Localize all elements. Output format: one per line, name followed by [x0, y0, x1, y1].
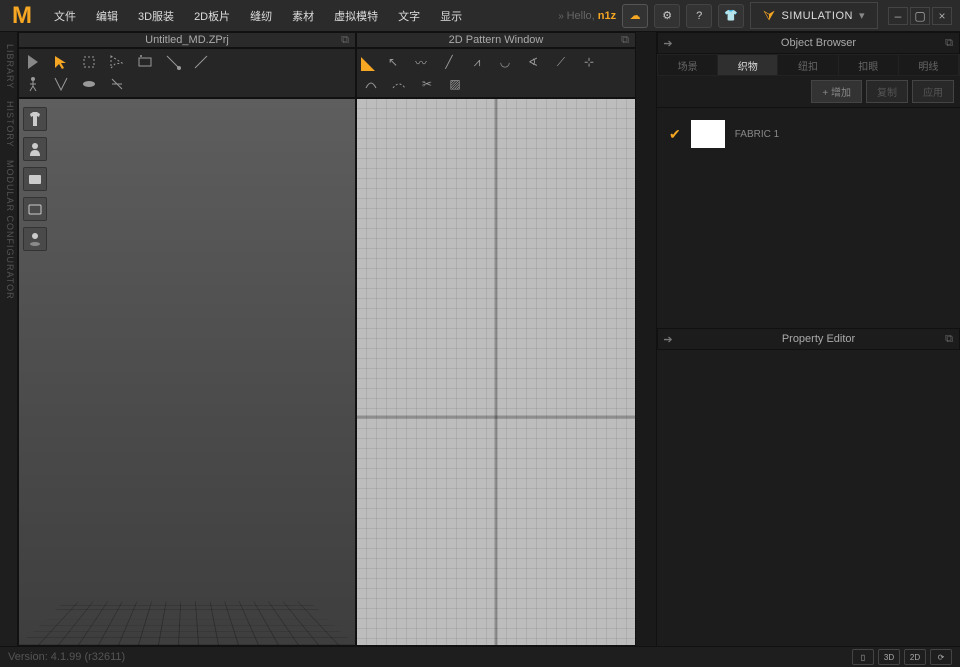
- menu-display[interactable]: 显示: [430, 2, 472, 30]
- tool-arrange-point[interactable]: [51, 74, 71, 94]
- display-garment-icon[interactable]: [23, 107, 47, 131]
- tool-segment[interactable]: [191, 52, 211, 72]
- tool-notch[interactable]: ⟋: [551, 52, 571, 72]
- display-pattern-icon[interactable]: [23, 197, 47, 221]
- simulation-chip[interactable]: ⮛ SIMULATION ▾: [750, 2, 878, 29]
- tool-pin[interactable]: [135, 52, 155, 72]
- tool-polyline[interactable]: ⩘: [467, 52, 487, 72]
- menu-edit[interactable]: 编辑: [86, 2, 128, 30]
- panel-2d-title: 2D Pattern Window: [449, 34, 544, 46]
- tool-select-move[interactable]: [51, 52, 71, 72]
- garment-button[interactable]: 👕: [718, 4, 744, 28]
- collapse-arrow-icon[interactable]: ➔: [658, 333, 678, 346]
- tool-simulate[interactable]: [23, 52, 43, 72]
- view-mode-split[interactable]: ▯: [852, 649, 874, 665]
- ob-tab-scene[interactable]: 场景: [658, 55, 718, 75]
- fabric-swatch[interactable]: [691, 120, 725, 148]
- help-button[interactable]: ?: [686, 4, 712, 28]
- side-tab-history[interactable]: HISTORY: [0, 95, 17, 154]
- tool-dart[interactable]: ∢: [523, 52, 543, 72]
- menu-text[interactable]: 文字: [388, 2, 430, 30]
- close-button[interactable]: ×: [932, 7, 952, 25]
- maximize-button[interactable]: ▢: [910, 7, 930, 25]
- view-mode-2d[interactable]: 2D: [904, 649, 926, 665]
- property-editor-body: [657, 350, 960, 646]
- tool-point-add[interactable]: ↖: [383, 52, 403, 72]
- panel-3d-header: Untitled_MD.ZPrj ⧉: [18, 32, 356, 48]
- tool-lasso[interactable]: [107, 52, 127, 72]
- viewport-3d[interactable]: [18, 98, 356, 646]
- chevron-down-icon: ⮛: [763, 7, 775, 24]
- add-button[interactable]: + 增加: [811, 80, 862, 103]
- list-item[interactable]: ✔ FABRIC 1: [665, 116, 952, 152]
- tool-curve[interactable]: 〰: [411, 52, 431, 72]
- property-editor-title: Property Editor: [678, 333, 959, 345]
- ob-tab-topstitch[interactable]: 明线: [899, 55, 959, 75]
- ob-tab-button[interactable]: 纽扣: [778, 55, 838, 75]
- menu-sewing[interactable]: 缝纫: [240, 2, 282, 30]
- property-editor-header: ➔ Property Editor ⧉: [657, 328, 960, 350]
- status-bar: Version: 4.1.99 (r32611) ▯ 3D 2D ⟳: [0, 646, 960, 667]
- view-mode-3d[interactable]: 3D: [878, 649, 900, 665]
- side-tab-strip: LIBRARY HISTORY MODULAR CONFIGURATOR: [0, 32, 18, 646]
- check-icon: ✔: [669, 126, 681, 143]
- tool-edit-sew[interactable]: ✂: [417, 74, 437, 94]
- simulation-label: SIMULATION: [782, 10, 853, 22]
- side-tab-library[interactable]: LIBRARY: [0, 38, 17, 95]
- display-shadow-icon[interactable]: [23, 227, 47, 251]
- popout-icon[interactable]: ⧉: [945, 333, 953, 346]
- menu-avatar[interactable]: 虚拟模特: [324, 2, 388, 30]
- minimize-button[interactable]: –: [888, 7, 908, 25]
- tool-edit-pattern[interactable]: [361, 57, 375, 71]
- viewport-2d[interactable]: [356, 98, 636, 646]
- menu-file[interactable]: 文件: [44, 2, 86, 30]
- display-arrangement-icon[interactable]: [23, 167, 47, 191]
- object-browser-buttons: + 增加 复制 应用: [657, 76, 960, 108]
- object-browser-tabs: 场景 织物 纽扣 扣眼 明线: [657, 54, 960, 76]
- panel-3d-title: Untitled_MD.ZPrj: [145, 34, 229, 46]
- object-browser-title: Object Browser: [678, 37, 959, 49]
- tool-box-select[interactable]: [79, 52, 99, 72]
- ob-tab-fabric[interactable]: 织物: [718, 55, 778, 75]
- toolbar-3d: [18, 48, 356, 98]
- tool-tack[interactable]: [107, 74, 127, 94]
- tool-tape[interactable]: [79, 74, 99, 94]
- object-browser-header: ➔ Object Browser ⧉: [657, 32, 960, 54]
- tool-free-sew[interactable]: [163, 52, 183, 72]
- copy-button[interactable]: 复制: [866, 80, 908, 103]
- toolbar-2d: ↖ 〰 ╱ ⩘ ◡ ∢ ⟋ ⊹ ✂ ▨: [356, 48, 636, 98]
- title-bar: M 文件 编辑 3D服装 2D板片 缝纫 素材 虚拟模特 文字 显示 » Hel…: [0, 0, 960, 32]
- app-logo: M: [8, 2, 36, 30]
- menu-3d-garment[interactable]: 3D服装: [128, 2, 184, 30]
- side-tab-modular[interactable]: MODULAR CONFIGURATOR: [0, 154, 17, 306]
- apply-button[interactable]: 应用: [912, 80, 954, 103]
- object-browser-list: ✔ FABRIC 1: [657, 108, 960, 328]
- tool-line[interactable]: ╱: [439, 52, 459, 72]
- panel-2d-header: 2D Pattern Window ⧉: [356, 32, 636, 48]
- menu-2d-pattern[interactable]: 2D板片: [184, 2, 240, 30]
- greeting: » Hello, n1z: [558, 10, 616, 22]
- floor-grid: [19, 601, 355, 645]
- collapse-arrow-icon[interactable]: ➔: [658, 37, 678, 50]
- popout-icon[interactable]: ⧉: [341, 34, 349, 47]
- tool-free-sew-2d[interactable]: [389, 74, 409, 94]
- fabric-name: FABRIC 1: [735, 129, 779, 140]
- menu-material[interactable]: 素材: [282, 2, 324, 30]
- cloud-button[interactable]: ☁: [622, 4, 648, 28]
- popout-icon[interactable]: ⧉: [621, 34, 629, 47]
- settings-button[interactable]: ⚙: [654, 4, 680, 28]
- tool-internal[interactable]: ⊹: [579, 52, 599, 72]
- refresh-button[interactable]: ⟳: [930, 649, 952, 665]
- main-menu: 文件 编辑 3D服装 2D板片 缝纫 素材 虚拟模特 文字 显示: [44, 2, 472, 30]
- version-label: Version: 4.1.99 (r32611): [8, 651, 125, 663]
- tool-avatar-walk[interactable]: [23, 74, 43, 94]
- tool-segment-sew[interactable]: [361, 74, 381, 94]
- tool-seam-allow[interactable]: ▨: [445, 74, 465, 94]
- popout-icon[interactable]: ⧉: [945, 37, 953, 50]
- dropdown-icon: ▾: [859, 9, 865, 22]
- display-avatar-icon[interactable]: [23, 137, 47, 161]
- tool-arc[interactable]: ◡: [495, 52, 515, 72]
- ob-tab-buttonhole[interactable]: 扣眼: [839, 55, 899, 75]
